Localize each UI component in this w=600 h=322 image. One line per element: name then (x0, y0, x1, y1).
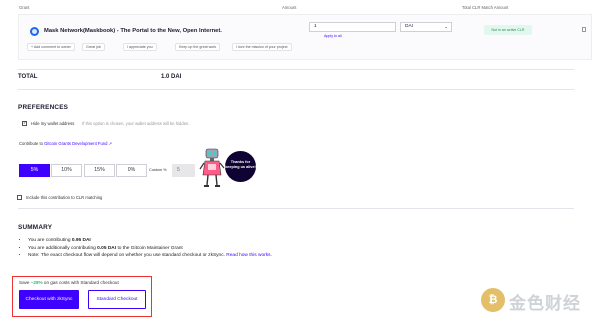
dev-fund-link[interactable]: Gitcoin Grants Development Fund (44, 141, 107, 146)
hide-wallet-note: If this option is chosen, your wallet ad… (82, 121, 190, 126)
read-how-link[interactable]: Read how this works. (226, 253, 272, 258)
hide-wallet-label: Hide my wallet address (31, 121, 75, 126)
clr-match-column-header: Total CLR Match Amount (462, 5, 509, 10)
thanks-speech-bubble: Thanks for keeping us alive! (225, 151, 256, 182)
apply-to-all-link[interactable]: Apply to all (324, 34, 342, 38)
savings-percent: ~28% (30, 280, 43, 285)
watermark-text: 金色财经 (509, 294, 581, 314)
checkout-zksync-button[interactable]: Checkout with zkSync (19, 290, 79, 309)
custom-percent-input[interactable]: 5 (172, 164, 195, 177)
savings-prefix: Save (19, 280, 31, 285)
summary-text: to the Gitcoin Maintainer Grant (116, 245, 183, 251)
divider (18, 69, 574, 70)
watermark-logo: ₿ 金色财经 (481, 285, 597, 315)
trash-icon[interactable] (582, 27, 586, 32)
custom-percent-label: Custom % (149, 168, 167, 172)
percent-option-5[interactable]: 5% (19, 164, 50, 177)
cart-item: Mask Network(Maskbook) - The Portal to t… (18, 14, 592, 60)
summary-text: You are contributing (28, 238, 72, 243)
summary-text: You are additionally contributing (28, 245, 98, 251)
total-value: 1.0 DAI (161, 74, 182, 80)
add-comment-chip[interactable]: + Add comment to owner (27, 43, 75, 51)
amount-input[interactable]: 1 (309, 22, 396, 32)
standard-checkout-button[interactable]: Standard Checkout (88, 290, 146, 309)
summary-item: Note: The exact checkout flow will depen… (28, 252, 272, 260)
checkout-options-highlight: Save ~28% on gas costs with Standard che… (12, 276, 152, 317)
savings-suffix: on gas costs with Standard checkout (42, 280, 119, 285)
percent-option-15[interactable]: 15% (84, 164, 115, 177)
divider (18, 208, 574, 209)
summary-item: You are contributing 0.95 DAI (28, 237, 272, 245)
grant-logo-icon (30, 27, 39, 36)
token-select[interactable]: DAI ⌄ (400, 22, 452, 32)
maintainer-amount: 0.05 DAI (97, 245, 117, 251)
summary-title: SUMMARY (18, 224, 53, 231)
percent-option-0[interactable]: 0% (116, 164, 147, 177)
divider (18, 89, 574, 90)
token-select-value: DAI (405, 24, 413, 29)
watermark-coin-icon: ₿ (481, 288, 505, 312)
preferences-title: PREFERENCES (18, 104, 69, 111)
robot-mascot-icon (199, 148, 225, 187)
contribute-label: Contribute to Gitcoin Grants Development… (19, 141, 112, 146)
comment-chip-keep-up[interactable]: Keep up the great work (175, 43, 221, 51)
include-clr-label: Include this contribution to CLR matchin… (26, 195, 103, 200)
summary-note: Note: The exact checkout flow will depen… (28, 253, 227, 258)
chevron-down-icon: ⌄ (444, 24, 448, 29)
external-link-icon[interactable]: ↗ (109, 141, 113, 146)
clr-status-badge: Not in an active CLR (484, 25, 532, 35)
grant-column-header: Grant (19, 5, 30, 10)
comment-chip-appreciate[interactable]: I appreciate you (123, 43, 157, 51)
include-clr-checkbox[interactable] (17, 195, 22, 200)
summary-item: You are additionally contributing 0.05 D… (28, 245, 272, 253)
contribute-prefix: Contribute to (19, 141, 43, 146)
contribution-amount: 0.95 DAI (71, 238, 91, 243)
gas-savings-text: Save ~28% on gas costs with Standard che… (19, 280, 119, 285)
total-label: TOTAL (18, 74, 38, 80)
percent-option-10[interactable]: 10% (51, 164, 82, 177)
comment-chip-great-job[interactable]: Great job (82, 43, 105, 51)
comment-chip-love-mission[interactable]: I love the mission of your project (232, 43, 292, 51)
summary-list: You are contributing 0.95 DAI You are ad… (28, 237, 272, 260)
grant-title[interactable]: Mask Network(Maskbook) - The Portal to t… (44, 28, 222, 34)
hide-wallet-checkbox[interactable] (22, 120, 27, 126)
amount-column-header: Amount (282, 5, 297, 10)
